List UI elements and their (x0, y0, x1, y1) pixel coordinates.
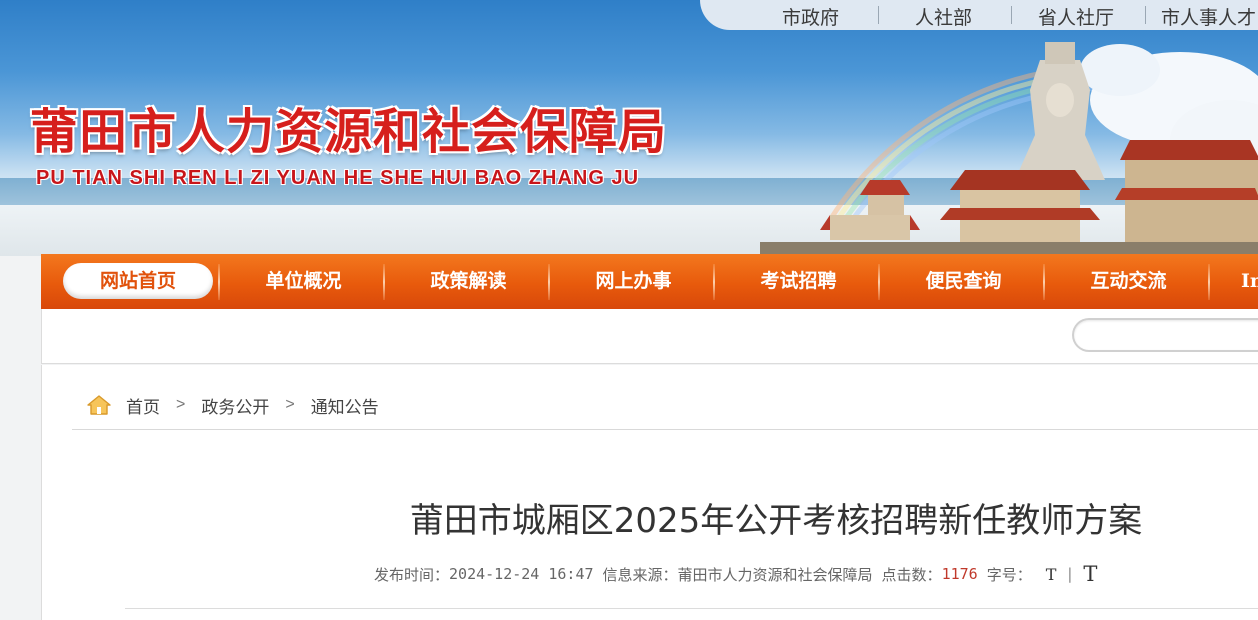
nav-item-home-label[interactable]: 网站首页 (63, 254, 213, 309)
top-links-bar: 市政府 人社部 省人社厅 市人事人才 (700, 0, 1258, 30)
nav-divider (713, 264, 715, 300)
article-panel: 首页 > 政务公开 > 通知公告 莆田市城厢区2025年公开考核招聘新任教师方案… (41, 365, 1258, 620)
nav-divider (878, 264, 880, 300)
top-link-province[interactable]: 省人社厅 (1038, 3, 1114, 30)
site-logo-title[interactable]: 莆田市人力资源和社会保障局 (30, 92, 667, 162)
nav-divider (218, 264, 220, 300)
breadcrumb-separator: > (285, 396, 295, 413)
nav-item-about[interactable]: 单位概况 (221, 254, 386, 309)
nav-divider (1208, 264, 1210, 300)
font-size-divider: | (1065, 565, 1075, 583)
nav-divider (1043, 264, 1045, 300)
top-link-mohrss[interactable]: 人社部 (915, 3, 972, 30)
site-logo-pinyin: PU TIAN SHI REN LI ZI YUAN HE SHE HUI BA… (36, 167, 640, 189)
click-count-label: 点击数： (881, 565, 942, 584)
top-link-talent[interactable]: 市人事人才 (1161, 3, 1256, 30)
article-title: 莆田市城厢区2025年公开考核招聘新任教师方案 (409, 501, 1143, 541)
breadcrumb-divider (72, 429, 1258, 430)
font-size-small-button[interactable]: T (1046, 565, 1057, 584)
nav-item-interaction[interactable]: 互动交流 (1046, 254, 1211, 309)
main-nav: 网站首页 单位概况 政策解读 网上办事 考试招聘 便民查询 互动交流 In (41, 254, 1258, 318)
nav-divider (548, 264, 550, 300)
breadcrumb-home[interactable]: 首页 (126, 393, 160, 418)
top-link-divider (878, 6, 879, 24)
nav-item-exam-recruit[interactable]: 考试招聘 (716, 254, 881, 309)
font-size-large-button[interactable]: T (1083, 562, 1097, 586)
nav-divider (383, 264, 385, 300)
nav-item-more[interactable]: In (1211, 254, 1258, 309)
header-banner: 市政府 人社部 省人社厅 市人事人才 莆田市人力资源和社会保障局 PU TIAN… (0, 0, 1258, 256)
source-label: 信息来源： (602, 565, 678, 584)
nav-item-policy[interactable]: 政策解读 (386, 254, 551, 309)
top-link-divider (1011, 6, 1012, 24)
breadcrumb-gov-affairs[interactable]: 政务公开 (201, 393, 269, 418)
top-link-city-gov[interactable]: 市政府 (782, 3, 839, 30)
home-icon (87, 395, 111, 415)
source: 莆田市人力资源和社会保障局 (677, 565, 873, 584)
click-count: 1176 (941, 565, 978, 583)
article-meta: 发布时间： 2024-12-24 16:47 信息来源： 莆田市人力资源和社会保… (374, 562, 1097, 586)
publish-time-label: 发布时间： (374, 565, 450, 584)
nav-item-online-service[interactable]: 网上办事 (551, 254, 716, 309)
font-size-label: 字号： (986, 565, 1032, 584)
search-bar (41, 309, 1258, 364)
publish-time: 2024-12-24 16:47 (449, 565, 594, 583)
top-link-divider (1145, 6, 1146, 24)
nav-item-public-query[interactable]: 便民查询 (881, 254, 1046, 309)
breadcrumb: 首页 > 政务公开 > 通知公告 (86, 393, 379, 417)
breadcrumb-separator: > (176, 396, 186, 413)
breadcrumb-notices[interactable]: 通知公告 (311, 393, 379, 418)
meta-divider (125, 608, 1258, 609)
search-input[interactable] (1072, 318, 1258, 352)
temple-scene-illustration (760, 42, 1258, 256)
